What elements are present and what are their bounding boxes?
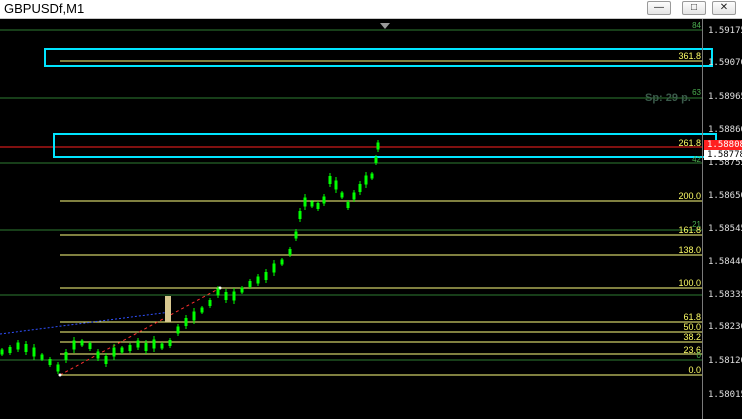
price-label: 1.58860 bbox=[708, 125, 742, 135]
fib-label: 138.0 bbox=[678, 245, 701, 255]
price-axis-divider bbox=[702, 19, 703, 419]
window-titlebar: GBPUSDf,M1 — □ ✕ bbox=[0, 0, 742, 19]
fib-label: 261.8 bbox=[678, 138, 701, 148]
fib-label: 61.8 bbox=[683, 312, 701, 322]
minimize-icon[interactable]: — bbox=[647, 1, 671, 15]
restore-icon[interactable]: □ bbox=[682, 1, 706, 15]
highlight-box-261 bbox=[53, 133, 717, 158]
fib-anchor-low bbox=[58, 373, 62, 377]
candles bbox=[0, 140, 380, 374]
price-label: 1.58440 bbox=[708, 257, 742, 267]
close-icon[interactable]: ✕ bbox=[712, 1, 736, 15]
price-label: 1.59070 bbox=[708, 58, 742, 68]
price-label: 1.58230 bbox=[708, 322, 742, 332]
price-label: 1.59175 bbox=[708, 26, 742, 36]
ask-price-tag: 1.58808 bbox=[704, 140, 742, 150]
price-label: 1.58335 bbox=[708, 290, 742, 300]
grid-level-label: 0 bbox=[696, 351, 701, 360]
fib-label: 50.0 bbox=[683, 322, 701, 332]
fib-label: 361.8 bbox=[678, 51, 701, 61]
fib-label: 100.0 bbox=[678, 278, 701, 288]
highlight-box-361 bbox=[44, 48, 713, 67]
price-label: 1.58650 bbox=[708, 191, 742, 201]
price-label: 1.58015 bbox=[708, 390, 742, 400]
price-label: 1.58545 bbox=[708, 224, 742, 234]
price-chart[interactable] bbox=[0, 19, 742, 419]
fib-label: 0.0 bbox=[688, 365, 701, 375]
trendline-blue bbox=[0, 311, 171, 335]
fib-label: 200.0 bbox=[678, 191, 701, 201]
grid-level-label: 42 bbox=[692, 155, 701, 164]
level-lines bbox=[0, 29, 702, 361]
price-label: 1.58965 bbox=[708, 92, 742, 102]
marker-block bbox=[165, 296, 171, 322]
grid-level-label: 63 bbox=[692, 88, 701, 97]
window-title: GBPUSDf,M1 bbox=[4, 1, 85, 16]
fib-lines bbox=[60, 60, 702, 376]
price-label: 1.58120 bbox=[708, 356, 742, 366]
grid-level-label: 84 bbox=[692, 21, 701, 30]
grid-level-label: 21 bbox=[692, 220, 701, 229]
fib-label: 38.2 bbox=[683, 332, 701, 342]
bid-price-tag: 1.58778 bbox=[704, 150, 742, 160]
